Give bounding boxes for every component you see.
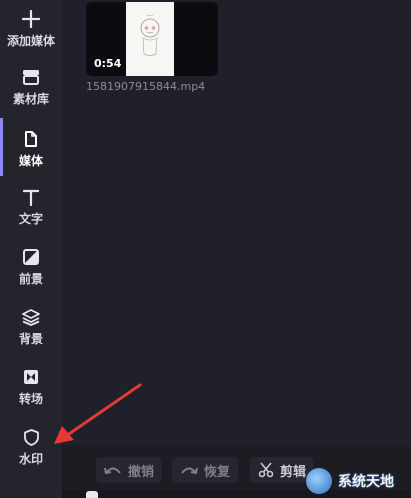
cartoon-figure-icon: ~~ [140, 13, 160, 56]
layers-icon [20, 306, 42, 328]
sidebar-item-label: 前景 [18, 272, 43, 286]
cut-button[interactable]: 剪辑 [250, 457, 315, 483]
undo-button[interactable]: 撤销 [96, 457, 163, 483]
media-panel: ~~ 0:54 1581907915844.mp4 [62, 0, 411, 498]
library-icon [20, 66, 42, 88]
sidebar-item-label: 添加媒体 [6, 34, 55, 48]
file-icon [20, 128, 42, 150]
cut-label: 剪辑 [280, 464, 307, 480]
svg-text:~~: ~~ [147, 13, 154, 18]
redo-button[interactable]: 恢复 [172, 457, 239, 483]
media-clip-thumbnail[interactable]: ~~ 0:54 [86, 2, 218, 76]
text-icon [20, 186, 42, 208]
sidebar-item-foreground[interactable]: 前景 [0, 246, 62, 287]
redo-icon [180, 464, 198, 476]
sidebar-item-add-media[interactable]: 添加媒体 [0, 8, 62, 49]
timeline-playhead[interactable] [86, 491, 98, 498]
transition-icon [20, 366, 42, 388]
sidebar-item-transition[interactable]: 转场 [0, 366, 62, 407]
plus-icon [20, 8, 42, 30]
clip-duration: 0:54 [94, 57, 122, 70]
video-editor-app: 添加媒体 素材库 媒体 文字 前景 背景 转场 水印 ~~ 0:54 15819… [0, 0, 411, 498]
sidebar-item-label: 文字 [18, 212, 43, 226]
sidebar-item-text[interactable]: 文字 [0, 186, 62, 227]
sidebar: 添加媒体 素材库 媒体 文字 前景 背景 转场 水印 [0, 0, 63, 498]
scissors-icon [258, 462, 274, 478]
sidebar-item-label: 素材库 [12, 92, 49, 106]
shield-icon [20, 426, 42, 448]
sidebar-item-label: 媒体 [18, 154, 43, 168]
undo-icon [104, 464, 122, 476]
sidebar-item-media[interactable]: 媒体 [0, 128, 62, 169]
sidebar-item-label: 转场 [18, 392, 43, 406]
sidebar-item-watermark[interactable]: 水印 [0, 426, 62, 467]
clip-filename: 1581907915844.mp4 [86, 80, 206, 93]
sidebar-item-label: 背景 [18, 332, 43, 346]
sidebar-item-background[interactable]: 背景 [0, 306, 62, 347]
undo-label: 撤销 [128, 464, 155, 480]
foreground-icon [20, 246, 42, 268]
site-watermark: 系统天地 [306, 466, 410, 496]
globe-logo-icon [306, 468, 332, 494]
sidebar-item-library[interactable]: 素材库 [0, 66, 62, 107]
sidebar-item-label: 水印 [18, 452, 43, 466]
watermark-text: 系统天地 [338, 474, 394, 490]
clip-preview-image: ~~ [126, 2, 174, 76]
redo-label: 恢复 [204, 464, 231, 480]
